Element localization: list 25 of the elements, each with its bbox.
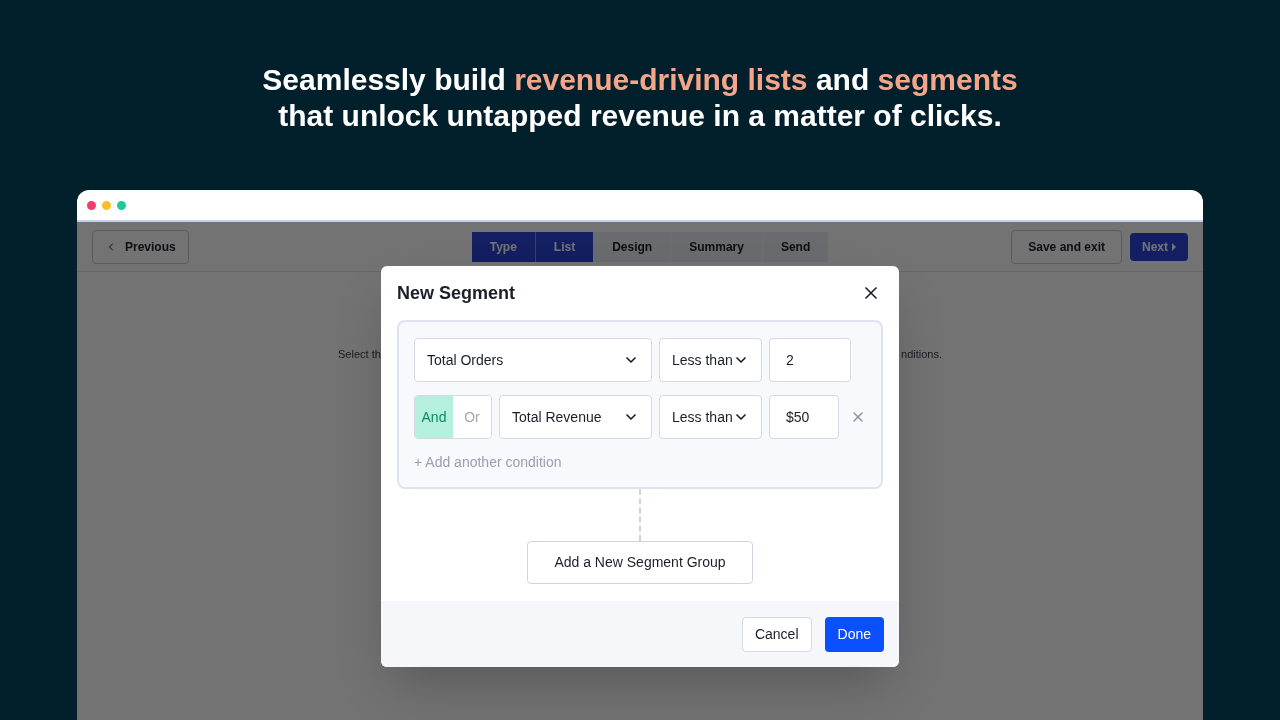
step-tab[interactable]: List: [534, 231, 594, 262]
headline-line: that unlock untapped revenue in a matter of clicks.: [278, 98, 1002, 134]
cancel-button[interactable]: Cancel: [741, 616, 812, 652]
add-condition-link[interactable]: + Add another condition: [414, 452, 562, 473]
caret-right-icon: [1172, 242, 1176, 251]
dropdown-select[interactable]: Less than: [659, 395, 762, 439]
save-and-exit-button[interactable]: Save and exit: [1011, 229, 1122, 264]
add-group-button[interactable]: Add a New Segment Group: [527, 541, 753, 584]
hint-text: Select th: [338, 347, 381, 362]
step-tab[interactable]: Send: [761, 231, 829, 262]
dialog-title: New Segment: [397, 281, 516, 305]
dropdown-select[interactable]: Total Orders: [414, 338, 652, 382]
dropdown-select[interactable]: Less than: [659, 338, 762, 382]
previous-button[interactable]: Previous: [92, 229, 189, 264]
done-button[interactable]: Done: [824, 616, 884, 652]
value-field[interactable]: 2: [769, 338, 851, 382]
step-tab[interactable]: Type: [471, 231, 535, 262]
step-tab[interactable]: Summary: [670, 231, 762, 262]
dropdown-select[interactable]: Total Revenue: [499, 395, 652, 439]
logic-toggle[interactable]: And: [415, 396, 453, 438]
hint-text: nditions.: [901, 347, 942, 362]
headline-line: Seamlessly build revenue-driving lists and segments: [262, 62, 1018, 98]
next-button[interactable]: Next: [1130, 232, 1188, 261]
step-tab[interactable]: Design: [593, 231, 671, 262]
value-field[interactable]: $50: [769, 395, 839, 439]
